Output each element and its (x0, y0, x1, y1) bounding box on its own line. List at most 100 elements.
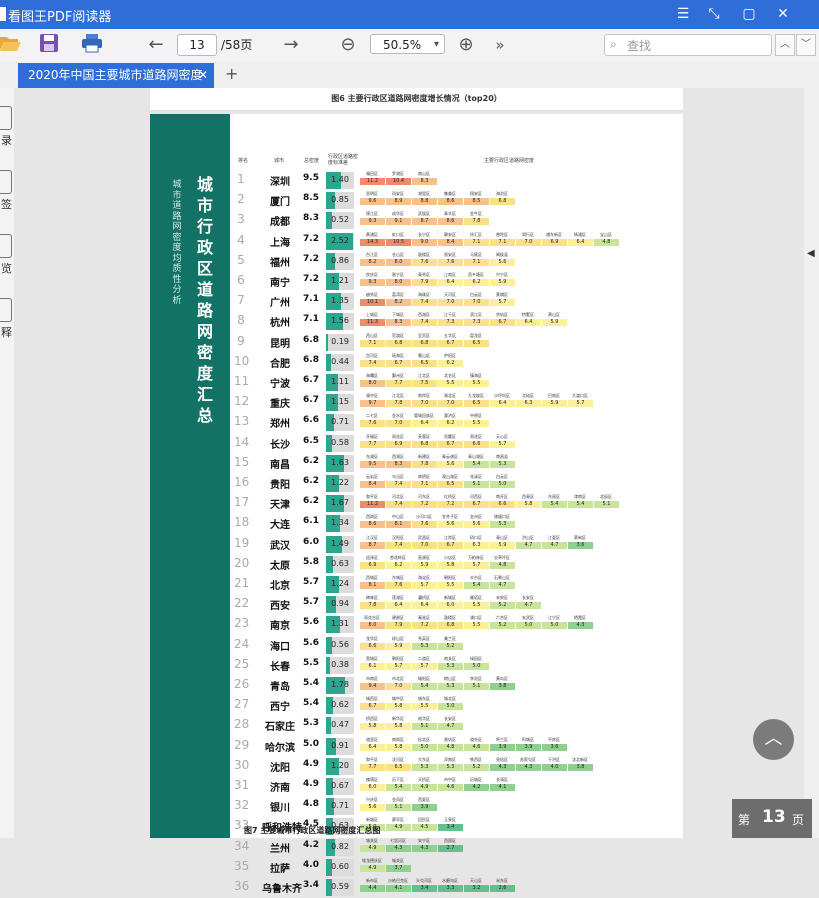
back-to-top-button[interactable]: ︿ (753, 719, 794, 760)
open-button[interactable] (0, 33, 22, 57)
district-density: 4.9 (412, 784, 437, 791)
deviation-value: 0.62 (331, 700, 349, 710)
district-density: 4.3 (516, 763, 541, 771)
district-density: 7.3 (438, 319, 463, 327)
city-name: 太原 (270, 560, 290, 572)
search-next-button[interactable]: ﹀ (796, 34, 816, 56)
search-prev-button[interactable]: ︿ (775, 34, 795, 56)
deviation-bar: 0.82 (326, 838, 354, 856)
close-window-button[interactable]: ✕ (772, 4, 794, 24)
sidebar-item-annotations[interactable]: 释 (0, 298, 13, 340)
district-density: 7.2 (438, 501, 463, 509)
city-name: 杭州 (270, 318, 290, 330)
back-button[interactable]: ← (145, 33, 167, 57)
more-button[interactable]: » (490, 33, 510, 57)
table-row: 26 青岛 5.4 1.78 市南区 9.4 市北区 7.0 城阳区 5.4 崂山区 5.3 李沧区 5.… (150, 676, 683, 696)
district-name: 槐荫区 (366, 777, 378, 782)
print-button[interactable] (80, 33, 104, 57)
city-name: 南京 (270, 621, 290, 633)
deviation-bar: 0.71 (326, 414, 354, 432)
district-name: 城东区 (418, 696, 430, 702)
district-density: 6.2 (386, 561, 411, 569)
sidebar-item-bookmarks[interactable]: 签 (0, 170, 13, 212)
page-number-input[interactable]: 13 (177, 34, 217, 56)
zoom-in-button[interactable]: ⊕ (455, 33, 477, 57)
rank-cell: 18 (234, 515, 250, 530)
district-name: 锦江区 (366, 211, 378, 217)
district-name: 杏花岭区 (390, 554, 406, 560)
search-input[interactable]: ⌕ 查找 (604, 34, 772, 56)
toolbar: ← 13 /58页 → ⊖ 50.5% ▾ ⊕ » ⌕ 查找 ︿ ﹀ (0, 29, 819, 63)
district-name: 津南区 (574, 494, 586, 500)
save-button[interactable] (38, 33, 60, 57)
forward-button[interactable]: → (280, 33, 302, 57)
district-density: 5.0 (516, 622, 541, 630)
deviation-bar: 1.15 (326, 394, 354, 412)
deviation-bar: 1.20 (326, 757, 354, 775)
restore-button[interactable]: ⤡ (703, 4, 725, 24)
district-name: 良庆区 (366, 272, 378, 277)
district-density: 5.7 (412, 582, 437, 589)
district-density: 6.4 (412, 602, 437, 610)
rank-cell: 24 (234, 636, 250, 651)
district-density: 7.9 (386, 622, 411, 630)
district-density: 6.6 (360, 642, 385, 650)
district-density: 3.8 (568, 763, 593, 771)
district-density: 5.6 (490, 258, 515, 266)
district-density: 5.0 (490, 481, 515, 488)
sidebar-item-thumbnails[interactable]: 览 (0, 234, 13, 276)
district-name: 鼓楼区 (444, 615, 456, 621)
district-density: 5.4 (464, 460, 489, 468)
table-row: 35 拉萨 4.0 0.60 堆龙德庆区 4.9 城关区 3.7 (150, 858, 683, 878)
city-name: 海口 (270, 641, 290, 653)
district-density: 4.9 (360, 844, 385, 852)
district-name: 东城区 (392, 575, 404, 580)
district-density: 9.4 (360, 683, 385, 690)
zoom-out-button[interactable]: ⊖ (337, 33, 359, 57)
district-density: 4.3 (386, 844, 411, 852)
rank-cell: 2 (237, 192, 245, 207)
district-density: 8.4 (438, 238, 463, 246)
zoom-select[interactable]: 50.5% ▾ (370, 34, 445, 54)
district-density: 4.3 (490, 763, 515, 771)
district-name: 浦东新区 (546, 231, 562, 237)
district-name: 仓山区 (392, 251, 404, 257)
sidebar-item-contents[interactable]: 录 (0, 106, 13, 148)
rank-cell: 25 (234, 656, 250, 671)
district-name: 南岗区 (392, 736, 404, 742)
close-tab-icon[interactable]: ✕ (198, 63, 208, 88)
district-density: 5.8 (386, 723, 411, 731)
district-name: 杨浦区 (574, 231, 586, 237)
total-density: 5.3 (303, 718, 319, 729)
district-density: 7.0 (386, 683, 411, 690)
district-name: 万柏林区 (468, 554, 484, 560)
maximize-button[interactable]: ▢ (738, 4, 760, 24)
district-name: 余杭区 (496, 312, 508, 318)
rank-cell: 12 (234, 394, 250, 409)
deviation-value: 1.15 (331, 397, 349, 407)
deviation-value: 0.58 (331, 437, 349, 447)
header-districts: 主要行政区道路网密度 (484, 158, 535, 164)
deviation-value: 1.31 (331, 619, 349, 629)
district-density: 6.8 (438, 622, 463, 630)
new-tab-button[interactable]: + (225, 64, 238, 83)
tab-document[interactable]: 2020年中国主要城市道路网密度 ✕ (18, 63, 214, 88)
district-name: 桥西区 (366, 716, 378, 722)
total-density: 5.4 (303, 678, 319, 688)
district-density: 10.1 (360, 299, 385, 307)
district-density: 5.1 (464, 683, 489, 690)
city-name: 沈阳 (270, 762, 290, 774)
menu-button[interactable]: ☰ (672, 4, 694, 24)
rank-cell: 21 (234, 576, 250, 590)
deviation-value: 0.85 (331, 195, 349, 205)
deviation-bar: 0.44 (326, 353, 354, 371)
district-density: 8.3 (412, 178, 437, 185)
scrollbar[interactable]: ◀ (804, 88, 819, 838)
district-name: 南明区 (418, 474, 430, 479)
page-number: 13 (762, 807, 786, 827)
district-density: 3.4 (438, 824, 463, 832)
district-name: 天山区 (470, 878, 482, 883)
district-name: 西山区 (366, 332, 378, 338)
district-density: 5.5 (464, 602, 489, 610)
district-name: 东丽区 (548, 494, 560, 500)
